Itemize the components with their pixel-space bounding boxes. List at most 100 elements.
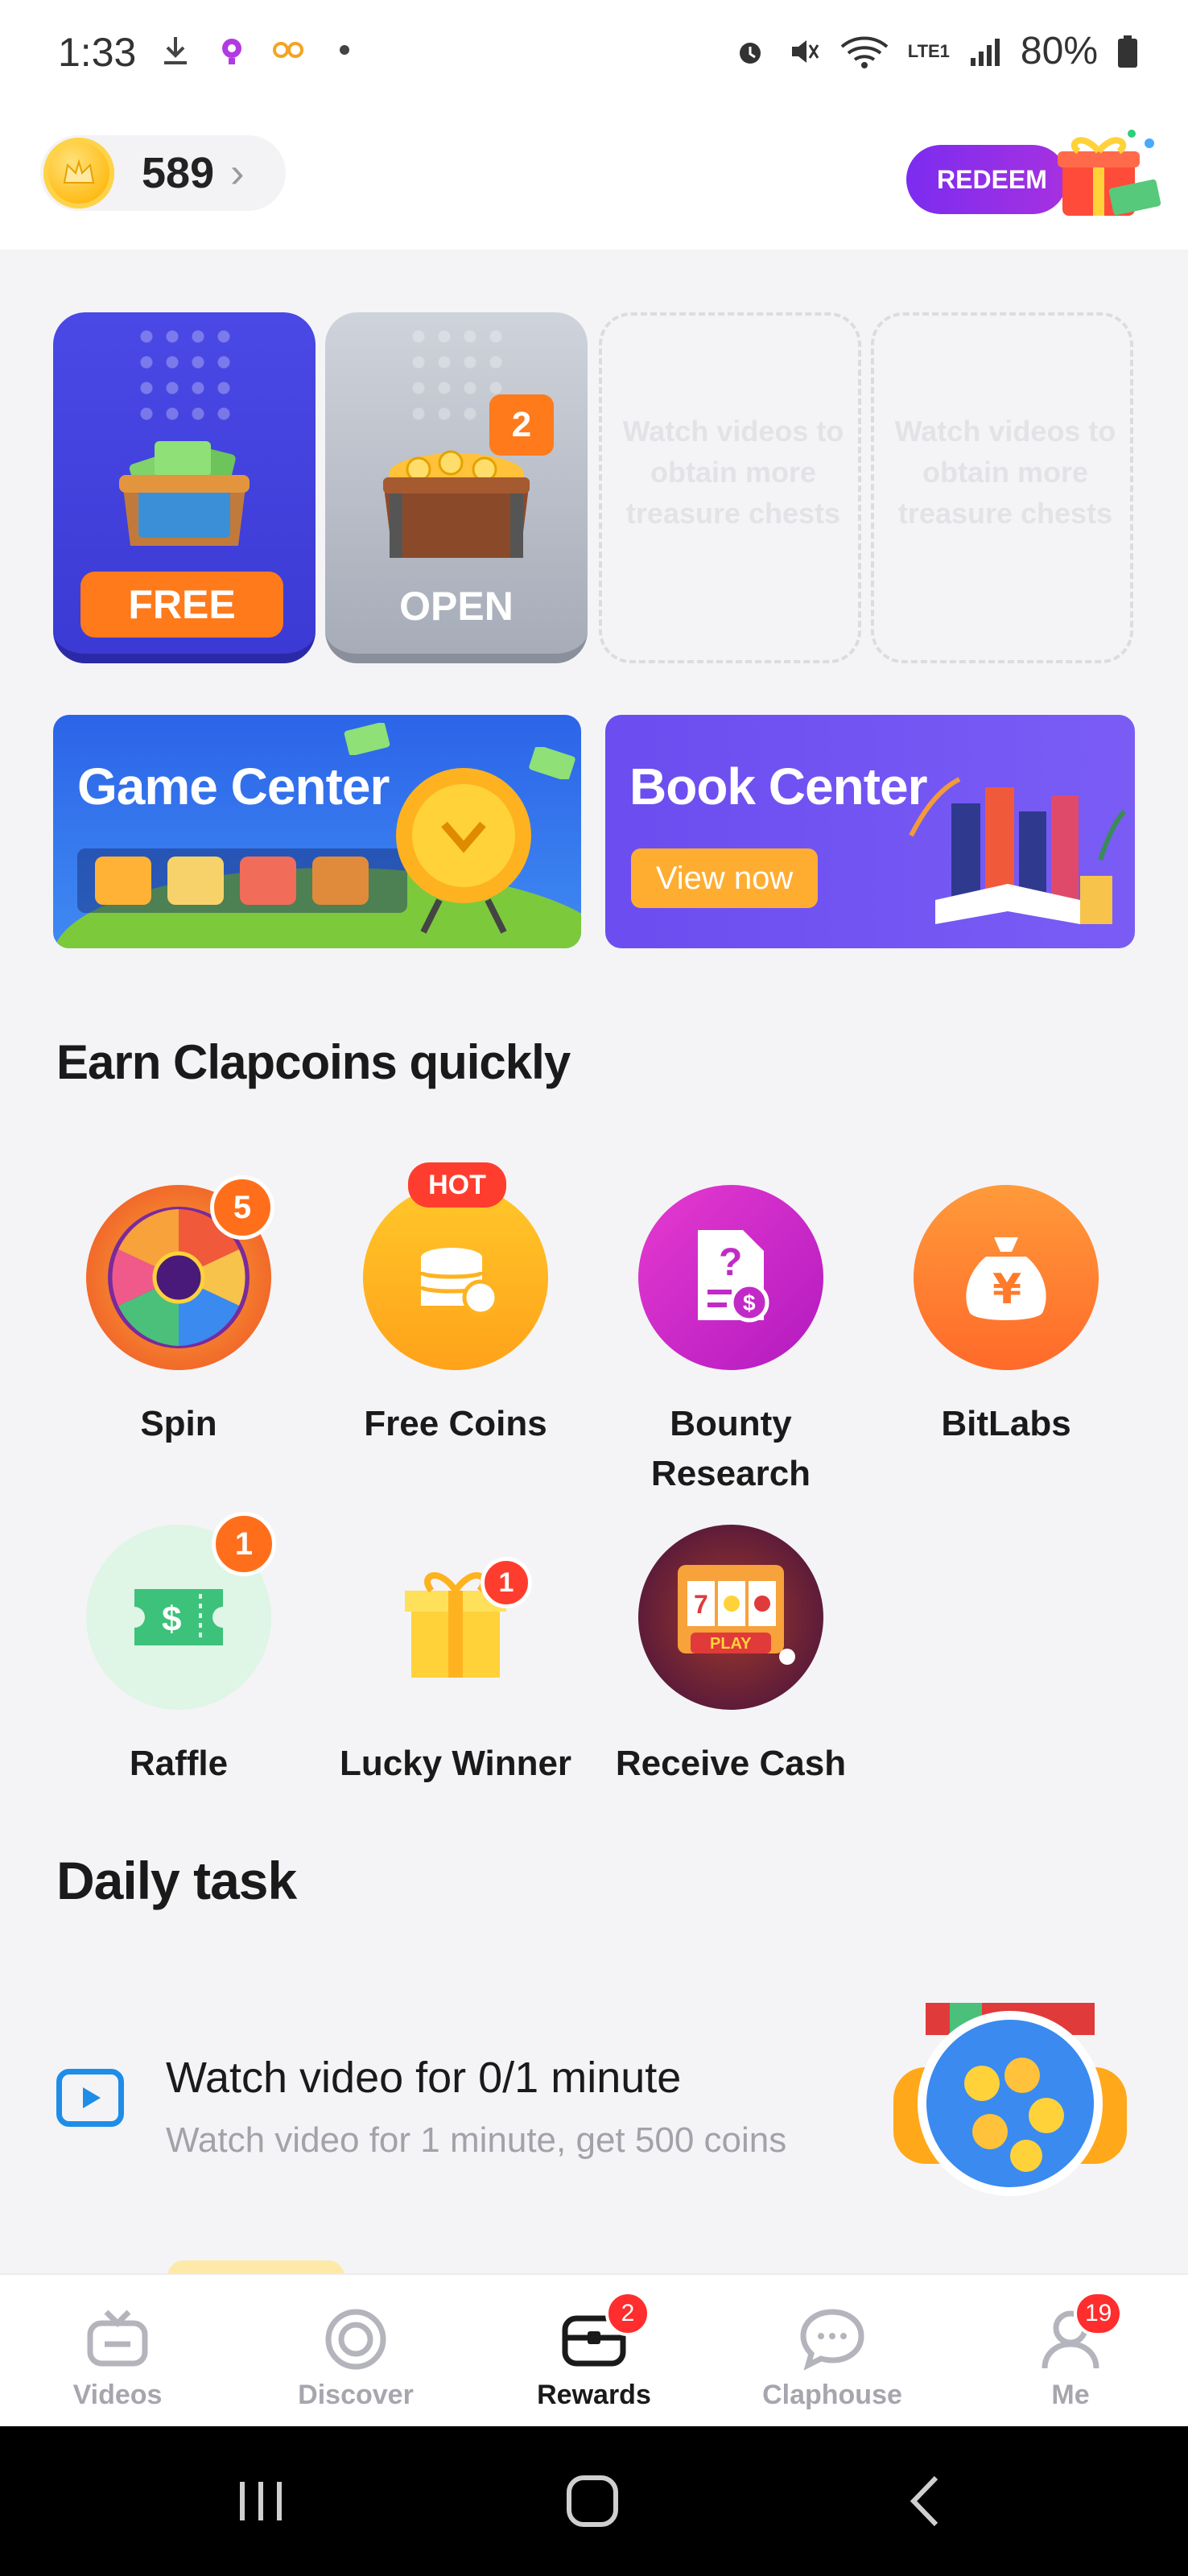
chest-slot-hint: Watch videos to obtain more treasure che… bbox=[894, 415, 1116, 530]
view-now-button[interactable]: View now bbox=[631, 848, 818, 908]
coin-chest-icon bbox=[383, 450, 530, 558]
nav-label: Me bbox=[1051, 2380, 1090, 2410]
status-bar: 1:33 LTE1 80% bbox=[0, 0, 1188, 113]
svg-text:7: 7 bbox=[694, 1590, 708, 1619]
crown-icon bbox=[63, 159, 95, 184]
mute-icon bbox=[791, 39, 819, 63]
bottom-nav: Videos Discover 2 Rewards Claphouse 19 M… bbox=[0, 2273, 1188, 2426]
chevron-right-icon: › bbox=[230, 150, 245, 196]
raffle-badge: 1 bbox=[212, 1512, 276, 1576]
glasses-icon bbox=[273, 42, 303, 58]
recent-apps-icon bbox=[240, 2482, 282, 2520]
books-illustration-icon bbox=[909, 777, 1127, 924]
game-thumb-icon bbox=[312, 857, 369, 905]
earn-item-label: Spin bbox=[140, 1404, 217, 1443]
play-triangle-icon bbox=[83, 2087, 101, 2108]
tv-icon bbox=[87, 2310, 148, 2367]
coin-balance-value: 589 bbox=[142, 149, 215, 197]
game-thumb-icon bbox=[240, 857, 296, 905]
earn-item-label: Bounty Research bbox=[650, 1404, 811, 1493]
earn-item-label: BitLabs bbox=[941, 1404, 1071, 1443]
nav-item-claphouse[interactable]: Claphouse bbox=[752, 2275, 913, 2428]
task-subtitle: Watch video for 1 minute, get 500 coins bbox=[166, 2120, 787, 2160]
ticket-icon: $ 1 bbox=[86, 1512, 276, 1710]
me-badge: 19 bbox=[1074, 2291, 1124, 2336]
status-right: LTE1 80% bbox=[732, 29, 1140, 73]
spin-badge: 5 bbox=[210, 1175, 274, 1240]
gift-decoration-icon bbox=[1058, 130, 1161, 216]
redeem-button[interactable]: REDEEM bbox=[906, 145, 1067, 214]
earn-item-label: Raffle bbox=[129, 1744, 229, 1783]
earn-item-spin[interactable]: 5 Spin bbox=[58, 1175, 299, 1449]
home-button[interactable] bbox=[528, 2426, 657, 2576]
chest-slot-empty: Watch videos to obtain more treasure che… bbox=[871, 312, 1133, 663]
system-nav-bar bbox=[0, 2426, 1188, 2576]
svg-text:?: ? bbox=[719, 1241, 742, 1284]
chest-card-free[interactable]: FREE bbox=[53, 312, 316, 663]
research-document-icon: ? $ bbox=[638, 1185, 823, 1370]
wifi-icon bbox=[840, 36, 889, 68]
chest-slot-empty: Watch videos to obtain more treasure che… bbox=[599, 312, 861, 663]
coin-stack-icon: HOT bbox=[363, 1162, 548, 1370]
cash-note-icon bbox=[344, 723, 390, 755]
rewards-header: 589 › REDEEM bbox=[0, 113, 1188, 250]
lucky-winner-badge: 1 bbox=[481, 1557, 532, 1608]
game-thumbnails bbox=[77, 848, 407, 913]
nav-item-me[interactable]: 19 Me bbox=[990, 2275, 1151, 2428]
rewards-badge: 2 bbox=[605, 2291, 650, 2336]
home-icon bbox=[567, 2475, 618, 2527]
earn-item-bounty-research[interactable]: ? $ Bounty Research bbox=[610, 1185, 852, 1499]
chest-open-label[interactable]: OPEN bbox=[325, 583, 588, 630]
earn-item-free-coins[interactable]: HOT Free Coins bbox=[335, 1162, 576, 1449]
nav-label: Claphouse bbox=[762, 2380, 902, 2410]
earn-item-bitlabs[interactable]: ¥ BitLabs bbox=[885, 1185, 1127, 1449]
earn-item-raffle[interactable]: $ 1 Raffle bbox=[58, 1512, 299, 1789]
earn-item-receive-cash[interactable]: 7 PLAY Receive Cash bbox=[610, 1525, 852, 1789]
battery-icon bbox=[1118, 35, 1137, 68]
ticket-graphic: $ bbox=[134, 1589, 223, 1645]
nav-item-rewards[interactable]: 2 Rewards bbox=[514, 2275, 674, 2428]
gift-box-icon: 1 bbox=[363, 1525, 548, 1710]
nav-label: Rewards bbox=[537, 2380, 651, 2410]
book-center-banner[interactable]: Book Center View now bbox=[605, 715, 1135, 948]
coin-mascot-icon bbox=[396, 768, 531, 934]
alarm-icon bbox=[739, 42, 761, 64]
coin-balance-pill[interactable]: 589 › bbox=[40, 135, 286, 211]
game-thumb-icon bbox=[95, 857, 151, 905]
signal-icon bbox=[970, 38, 1000, 66]
chest-free-button[interactable]: FREE bbox=[80, 572, 283, 638]
earn-item-label: Receive Cash bbox=[615, 1744, 847, 1783]
recent-apps-button[interactable] bbox=[196, 2426, 325, 2576]
back-button[interactable] bbox=[861, 2426, 990, 2576]
slot-play-text: PLAY bbox=[710, 1635, 752, 1653]
daily-task-title: Daily task bbox=[56, 1851, 297, 1910]
app-notification-icon bbox=[222, 39, 241, 64]
research-document-graphic: ? $ bbox=[698, 1230, 769, 1323]
coin-icon bbox=[43, 138, 114, 208]
spin-wheel-icon: 5 bbox=[86, 1175, 274, 1370]
svg-text:$: $ bbox=[162, 1600, 181, 1639]
chest-card-open[interactable]: 2 OPEN bbox=[325, 312, 588, 663]
money-bag-icon: ¥ bbox=[914, 1185, 1099, 1370]
earn-item-lucky-winner[interactable]: 1 Lucky Winner bbox=[335, 1525, 576, 1789]
money-chest-icon bbox=[119, 441, 250, 546]
nav-item-videos[interactable]: Videos bbox=[37, 2275, 198, 2428]
game-center-title: Game Center bbox=[77, 758, 390, 815]
task-title: Watch video for 0/1 minute bbox=[166, 2054, 682, 2102]
play-video-icon bbox=[56, 2069, 124, 2127]
chest-slot-hint: Watch videos to obtain more treasure che… bbox=[622, 415, 844, 530]
earn-item-label: Free Coins bbox=[364, 1404, 547, 1443]
nav-label: Discover bbox=[298, 2380, 414, 2410]
game-center-banner[interactable]: Game Center bbox=[53, 715, 581, 948]
daily-task-card[interactable]: Watch video for 0/1 minute Watch video f… bbox=[0, 1956, 1188, 2285]
money-bag-graphic: ¥ bbox=[966, 1237, 1046, 1320]
hot-tag: HOT bbox=[408, 1162, 506, 1208]
cash-note-icon bbox=[529, 747, 575, 779]
back-icon bbox=[910, 2475, 938, 2527]
status-time: 1:33 bbox=[58, 30, 137, 75]
svg-text:$: $ bbox=[743, 1290, 756, 1315]
earn-section-title: Earn Clapcoins quickly bbox=[56, 1035, 571, 1089]
nav-item-discover[interactable]: Discover bbox=[275, 2275, 436, 2428]
coin-machine-icon[interactable] bbox=[893, 1995, 1127, 2196]
discover-icon bbox=[325, 2309, 386, 2370]
